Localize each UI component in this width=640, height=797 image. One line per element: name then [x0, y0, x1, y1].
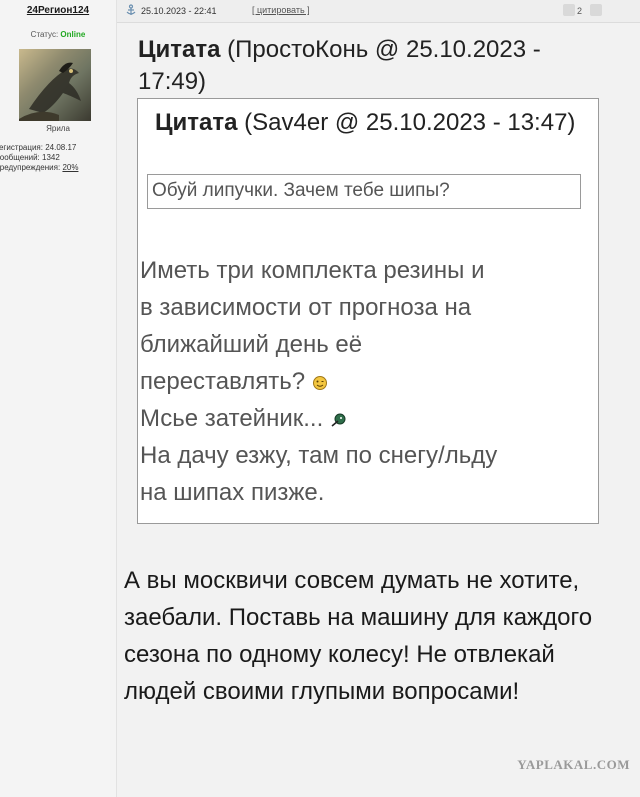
- quote-button[interactable]: [ цитировать ]: [252, 5, 310, 15]
- inner-quote-box: Обуй липучки. Зачем тебе шипы?: [147, 174, 581, 209]
- user-info-panel: 24Регион124 Статус: Online Ярила Регистр…: [0, 0, 117, 797]
- messages-count: Сообщений: 1342: [0, 153, 60, 162]
- outer-quote-line: в зависимости от прогноза на: [140, 294, 472, 321]
- warnings: Предупреждения: 20%: [0, 163, 114, 173]
- outer-quote-line-with-smile: переставлять?: [140, 363, 595, 400]
- inner-quote-source: (Sav4er @ 25.10.2023 - 13:47): [244, 109, 576, 136]
- user-title: Ярила: [46, 124, 70, 133]
- rating-count: 2: [577, 6, 583, 16]
- site-watermark: YAPLAKAL.COM: [517, 757, 630, 772]
- drinking-smile-icon: [331, 413, 346, 427]
- user-stats: Регистрация: 24.08.17 Сообщений: 1342 Пр…: [0, 143, 114, 173]
- status-label: Статус:: [30, 30, 59, 39]
- anchor-icon[interactable]: [125, 4, 137, 16]
- avatar-image: [19, 62, 81, 121]
- avatar[interactable]: [19, 49, 91, 121]
- outer-quote-line: ближайший день её: [140, 331, 363, 358]
- outer-quote-line: Иметь три комплекта резины и: [140, 257, 485, 284]
- post-datetime: 25.10.2023 - 22:41: [141, 6, 217, 16]
- warnings-label: Предупреждения:: [0, 163, 61, 172]
- rating-minus-button[interactable]: [563, 4, 575, 16]
- inner-quote-header: Цитата (Sav4er @ 25.10.2023 - 13:47): [155, 107, 585, 139]
- rating-plus-button[interactable]: [590, 4, 602, 16]
- wink-smile-icon: [312, 375, 327, 390]
- username-link[interactable]: 24Регион124: [0, 5, 116, 16]
- outer-quote-line: на шипах пизже.: [140, 479, 325, 506]
- outer-quote-line: На дачу езжу, там по снегу/льду: [140, 442, 498, 469]
- outer-quote-line: Мсье затейник...: [140, 405, 324, 432]
- status-value: Online: [60, 30, 86, 39]
- post-text: А вы москвичи совсем думать не хотите, з…: [124, 567, 593, 705]
- warnings-value[interactable]: 20%: [62, 163, 78, 172]
- user-status: Статус: Online: [0, 30, 116, 39]
- post-header: 25.10.2023 - 22:41 [ цитировать ] 2: [117, 0, 640, 23]
- outer-quote-line-with-drink: Мсье затейник...: [140, 400, 595, 437]
- registration-date: Регистрация: 24.08.17: [0, 143, 77, 152]
- outer-quote-text: Иметь три комплекта резины и в зависимос…: [140, 252, 595, 511]
- outer-quote-label: Цитата: [138, 36, 221, 63]
- outer-quote-header: Цитата (ПростоКонь @ 25.10.2023 - 17:49): [138, 34, 608, 98]
- inner-quote-label: Цитата: [155, 109, 238, 136]
- inner-quote-text: Обуй липучки. Зачем тебе шипы?: [152, 180, 450, 201]
- outer-quote-line: переставлять?: [140, 368, 306, 395]
